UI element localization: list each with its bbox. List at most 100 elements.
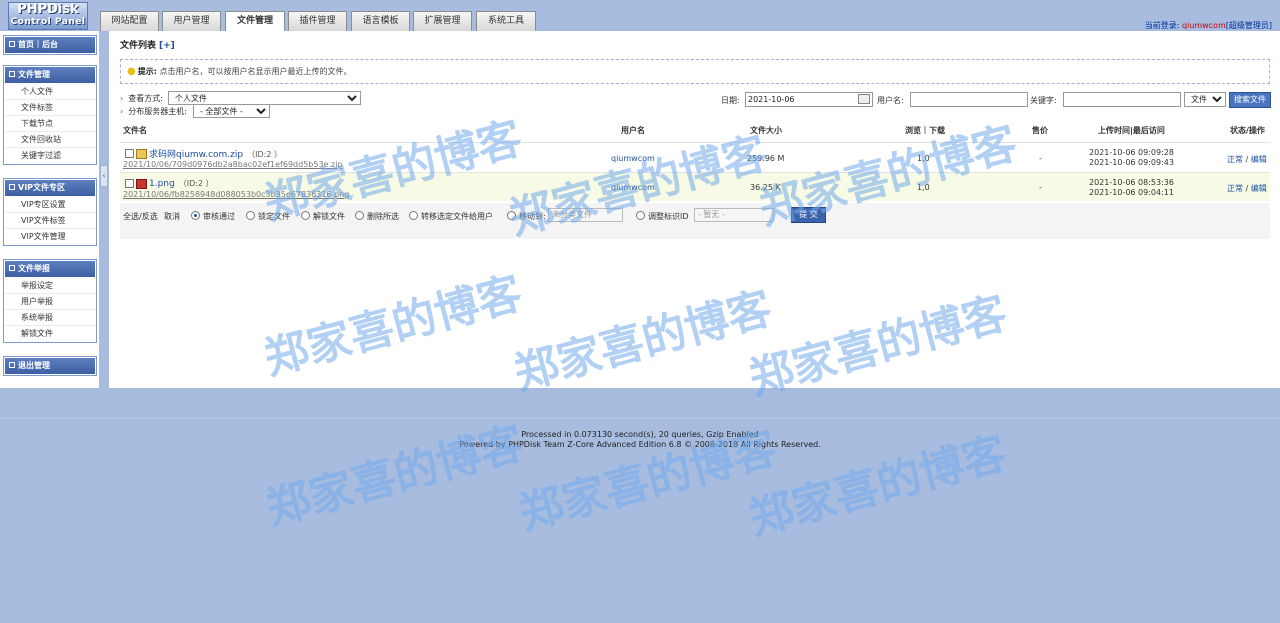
move-radio[interactable] [507,211,516,220]
move-target-select[interactable]: 未分类文件 [548,208,623,222]
username-input[interactable] [910,92,1028,107]
sidebar-head-file-admin[interactable]: 文件管理 [4,66,96,84]
file-id: （ID:2 ） [178,179,214,188]
row-checkbox[interactable] [125,149,134,158]
view-mode-select[interactable]: 个人文件 [168,91,361,105]
tab-system-tools[interactable]: 系统工具 [476,11,536,31]
status-link[interactable]: 正常 [1227,184,1243,193]
tab-extension-admin[interactable]: 扩展管理 [413,11,472,31]
sidebar-home-link[interactable]: 首页｜后台 [4,36,96,54]
sidebar-item-vip-tags[interactable]: VIP文件标签 [4,213,96,229]
calendar-icon[interactable] [858,94,870,104]
view-mode-label: › 查看方式: [120,93,163,104]
sidebar-head-label: VIP文件专区 [18,183,66,192]
footer: Processed in 0.073130 second(s), 20 quer… [0,430,1280,450]
file-name-link[interactable]: 1.png [149,179,175,189]
file-name-link[interactable]: 求码网qiumw.com.zip [149,150,243,160]
file-path[interactable]: 2021/10/06/709d0976db2a8bac02ef1ef69dd5b… [123,160,343,169]
status-link[interactable]: 正常 [1227,155,1243,164]
tab-site-config[interactable]: 网站配置 [100,11,159,31]
file-path[interactable]: 2021/10/06/fb8258948d088053b0c3b35e67836… [123,190,349,199]
server-label: › 分布服务器主机: [120,106,187,117]
last-access-time: 2021-10-06 09:04:11 [1089,188,1174,197]
sidebar: 首页｜后台 文件管理 个人文件 文件标签 下载节点 文件回收站 关键字过滤 VI… [0,31,100,388]
tip-text: 点击用户名，可以按用户名显示用户最近上传的文件。 [156,67,352,76]
cancel-selection-link[interactable]: 取消 [164,211,180,222]
login-username[interactable]: qiumwcom [1182,21,1226,30]
col-header-filename: 文件名 [123,126,147,135]
file-owner-link[interactable]: qiumwcom [611,154,655,163]
transfer-radio[interactable] [409,211,418,220]
upload-time: 2021-10-06 09:09:28 [1089,148,1174,157]
date-input[interactable] [745,92,873,107]
tab-language-template[interactable]: 语言模板 [351,11,410,31]
edit-link[interactable]: 编辑 [1251,155,1267,164]
server-label-text: 分布服务器主机: [128,107,187,116]
lightbulb-icon: ● [127,66,136,77]
sidebar-logout-label: 退出管理 [18,361,50,370]
sidebar-item-keyword-filter[interactable]: 关键字过滤 [4,148,96,164]
file-views: 1,0 [917,154,930,163]
table-row: 求码网qiumw.com.zip （ID:2 ） 2021/10/06/709d0… [120,142,1270,171]
sidebar-head-report[interactable]: 文件举报 [4,260,96,278]
sidebar-head-label: 文件举报 [18,264,50,273]
server-select[interactable]: - 全部文件 - [193,104,270,118]
file-size: 36.25 K [750,183,781,192]
expand-link[interactable]: [+] [159,41,175,51]
page-title: 文件列表 [+] [120,38,175,51]
file-owner-link[interactable]: qiumwcom [611,183,655,192]
zip-file-icon [136,149,147,159]
sidebar-item-personal-files[interactable]: 个人文件 [4,84,96,100]
sidebar-head-vip[interactable]: VIP文件专区 [4,179,96,197]
logo-subtitle: Control Panel [10,17,86,27]
footer-copyright: Powered by PHPDisk Team Z-Core Advanced … [459,440,821,449]
sidebar-item-system-reports[interactable]: 系统举报 [4,310,96,326]
sidebar-logout-link[interactable]: 退出管理 [4,357,96,375]
adjust-id-label: 调整标识ID [648,212,689,221]
sidebar-item-vip-settings[interactable]: VIP专区设置 [4,197,96,213]
col-header-price: 售价 [1032,126,1048,135]
sidebar-item-unlock-files[interactable]: 解锁文件 [4,326,96,342]
approve-label: 审核通过 [203,212,235,221]
file-views: 1,0 [917,183,930,192]
top-header: PHPDisk Control Panel 网站配置 用户管理 文件管理 插件管… [0,0,1280,32]
select-all-link[interactable]: 全选/反选 [123,211,158,222]
sidebar-item-user-reports[interactable]: 用户举报 [4,294,96,310]
sidebar-collapse-toggle[interactable]: ‹ [100,165,108,187]
login-role[interactable]: [超级管理员] [1226,21,1272,30]
sidebar-item-vip-files[interactable]: VIP文件管理 [4,229,96,245]
image-file-icon [136,179,147,189]
arrow-right-icon: › [120,107,124,116]
approve-radio[interactable] [191,211,200,220]
search-files-button[interactable]: 搜索文件 [1229,92,1271,108]
chevron-left-icon: ‹ [102,171,106,180]
square-icon [9,41,15,47]
tab-file-admin[interactable]: 文件管理 [225,11,285,32]
sidebar-item-recycle-bin[interactable]: 文件回收站 [4,132,96,148]
sidebar-group-report: 文件举报 举报设定 用户举报 系统举报 解锁文件 [3,259,97,343]
unlock-radio[interactable] [301,211,310,220]
sidebar-home-label: 首页｜后台 [18,40,58,49]
sidebar-item-download-nodes[interactable]: 下载节点 [4,116,96,132]
tab-user-admin[interactable]: 用户管理 [162,11,221,31]
sidebar-item-report-settings[interactable]: 举报设定 [4,278,96,294]
col-header-size: 文件大小 [750,126,782,135]
lock-radio[interactable] [246,211,255,220]
login-info: 当前登录: qiumwcom[超级管理员] [1145,20,1272,31]
phpdisk-logo[interactable]: PHPDisk Control Panel [8,2,88,30]
delete-radio[interactable] [355,211,364,220]
square-icon [9,184,15,190]
move-label: 移动到: [519,212,546,221]
file-size: 259.96 M [747,154,785,163]
adjust-id-radio[interactable] [636,211,645,220]
file-id: （ID:2 ） [247,150,282,159]
tab-plugin-admin[interactable]: 插件管理 [288,11,347,31]
unlock-label: 解锁文件 [313,212,345,221]
adjust-id-select[interactable]: - 暂无 - [694,208,774,222]
sidebar-item-file-tags[interactable]: 文件标签 [4,100,96,116]
submit-button[interactable]: 提 交 [791,207,826,223]
edit-link[interactable]: 编辑 [1251,184,1267,193]
search-type-select[interactable]: 文件名 [1184,92,1226,107]
row-checkbox[interactable] [125,179,134,188]
keyword-input[interactable] [1063,92,1181,107]
